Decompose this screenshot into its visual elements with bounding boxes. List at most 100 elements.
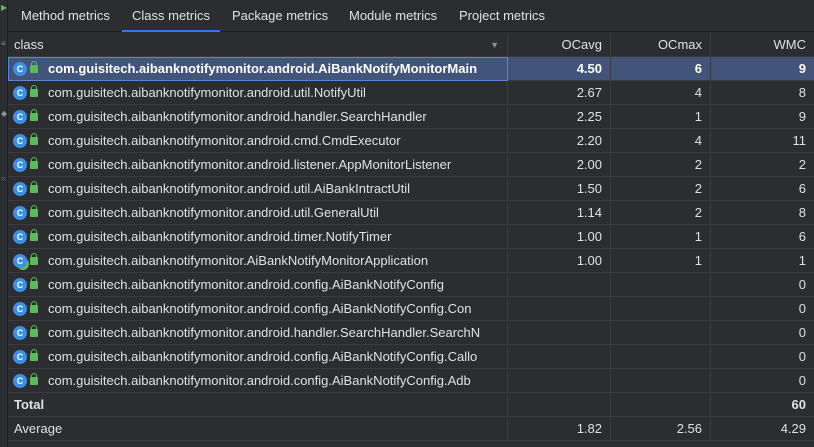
lock-icon <box>30 253 38 265</box>
table-row[interactable]: Ccom.guisitech.aibanknotifymonitor.andro… <box>8 201 814 225</box>
table-row[interactable]: Ccom.guisitech.aibanknotifymonitor.andro… <box>8 225 814 249</box>
ocmax-cell: 2 <box>611 177 711 201</box>
lock-icon <box>30 277 38 289</box>
column-header-ocmax[interactable]: OCmax <box>611 33 711 57</box>
class-cell[interactable]: Ccom.guisitech.aibanknotifymonitor.andro… <box>8 57 508 81</box>
ocmax-cell <box>611 321 711 345</box>
total-label: Total <box>8 393 508 417</box>
class-metrics-table: class ▼ OCavg OCmax WMC Ccom.guisitech.a… <box>8 33 814 447</box>
lock-icon <box>30 301 38 313</box>
column-header-ocavg[interactable]: OCavg <box>508 33 611 57</box>
sort-descending-icon[interactable]: ▼ <box>490 33 499 57</box>
wmc-cell: 9 <box>798 109 806 124</box>
table-row[interactable]: Ccom.guisitech.aibanknotifymonitor.andro… <box>8 129 814 153</box>
table-row[interactable]: Ccom.guisitech.aibanknotifymonitor.andro… <box>8 105 814 129</box>
tab-project-metrics[interactable]: Project metrics <box>459 0 545 32</box>
table-row[interactable]: Ccom.guisitech.aibanknotifymonitor.andro… <box>8 369 814 393</box>
wmc-cell: 6 <box>798 229 806 244</box>
ocmax-cell: 4 <box>611 129 711 153</box>
class-cell[interactable]: Ccom.guisitech.aibanknotifymonitor.andro… <box>8 225 508 249</box>
class-icon: C <box>13 206 27 220</box>
table-row[interactable]: Ccom.guisitech.aibanknotifymonitor.andro… <box>8 345 814 369</box>
table-row[interactable]: Ccom.guisitech.aibanknotifymonitor.andro… <box>8 177 814 201</box>
class-name: com.guisitech.aibanknotifymonitor.androi… <box>48 133 401 148</box>
lock-icon <box>30 85 38 97</box>
table-row[interactable]: Ccom.guisitech.aibanknotifymonitor.andro… <box>8 81 814 105</box>
ocavg-cell: 1.00 <box>508 225 611 249</box>
class-name: com.guisitech.aibanknotifymonitor.androi… <box>48 301 472 316</box>
lock-icon <box>30 229 38 241</box>
class-cell[interactable]: Ccom.guisitech.aibanknotifymonitor.andro… <box>8 153 508 177</box>
class-icon: C <box>13 134 27 148</box>
class-icon: C <box>13 86 27 100</box>
class-cell[interactable]: Ccom.guisitech.aibanknotifymonitor.andro… <box>8 105 508 129</box>
class-cell[interactable]: Ccom.guisitech.aibanknotifymonitor.andro… <box>8 369 508 393</box>
ocmax-cell <box>611 369 711 393</box>
ocmax-cell <box>611 345 711 369</box>
class-icon: C <box>13 350 27 364</box>
ocavg-cell <box>508 297 611 321</box>
table-row[interactable]: Ccom.guisitech.aibanknotifymonitor.andro… <box>8 297 814 321</box>
ocavg-cell: 1.14 <box>508 201 611 225</box>
wmc-cell: 0 <box>798 373 806 388</box>
class-cell[interactable]: Ccom.guisitech.aibanknotifymonitor.andro… <box>8 201 508 225</box>
tab-package-metrics[interactable]: Package metrics <box>232 0 328 32</box>
lock-icon <box>30 349 38 361</box>
column-header-label: class <box>14 37 44 52</box>
lock-icon <box>30 133 38 145</box>
ocavg-cell <box>508 369 611 393</box>
total-wmc: 60 <box>791 397 806 412</box>
average-row: Average 1.82 2.56 4.29 <box>8 417 814 441</box>
tab-class-metrics[interactable]: Class metrics <box>121 0 221 32</box>
table-row[interactable]: Ccom.guisitech.aibanknotifymonitor.andro… <box>8 273 814 297</box>
wmc-cell: 9 <box>798 61 806 76</box>
wmc-cell: 11 <box>792 133 807 148</box>
lock-icon <box>30 181 38 193</box>
table-row[interactable]: Ccom.guisitech.aibanknotifymonitor.AiBan… <box>8 249 814 273</box>
class-cell[interactable]: Ccom.guisitech.aibanknotifymonitor.andro… <box>8 345 508 369</box>
class-icon: C <box>13 62 27 76</box>
class-icon: C <box>13 374 27 388</box>
run-icon[interactable]: ▶ <box>1 4 7 12</box>
gutter-icon[interactable]: ◆ <box>1 110 7 118</box>
ocmax-cell <box>611 273 711 297</box>
ocavg-cell <box>508 273 611 297</box>
wmc-cell: 6 <box>798 181 806 196</box>
class-cell[interactable]: Ccom.guisitech.aibanknotifymonitor.andro… <box>8 321 508 345</box>
class-cell[interactable]: Ccom.guisitech.aibanknotifymonitor.andro… <box>8 129 508 153</box>
wmc-cell: 0 <box>798 325 806 340</box>
table-row[interactable]: Ccom.guisitech.aibanknotifymonitor.andro… <box>8 153 814 177</box>
ocavg-cell: 2.20 <box>508 129 611 153</box>
ocavg-cell: 1.50 <box>508 177 611 201</box>
average-ocmax: 2.56 <box>611 417 711 441</box>
wmc-cell: 0 <box>798 277 806 292</box>
class-cell[interactable]: Ccom.guisitech.aibanknotifymonitor.andro… <box>8 177 508 201</box>
column-header-wmc[interactable]: WMC <box>711 33 814 57</box>
average-ocavg: 1.82 <box>508 417 611 441</box>
class-name: com.guisitech.aibanknotifymonitor.androi… <box>48 181 411 196</box>
class-cell[interactable]: Ccom.guisitech.aibanknotifymonitor.andro… <box>8 273 508 297</box>
class-cell[interactable]: Ccom.guisitech.aibanknotifymonitor.andro… <box>8 81 508 105</box>
table-row[interactable]: Ccom.guisitech.aibanknotifymonitor.andro… <box>8 321 814 345</box>
class-icon: C <box>13 254 27 268</box>
gutter-icon[interactable]: ○ <box>1 175 6 183</box>
ocmax-cell: 4 <box>611 81 711 105</box>
class-name: com.guisitech.aibanknotifymonitor.androi… <box>48 85 366 100</box>
class-name: com.guisitech.aibanknotifymonitor.androi… <box>48 229 392 244</box>
class-name: com.guisitech.aibanknotifymonitor.androi… <box>48 277 444 292</box>
gutter-icon[interactable]: ≡ <box>1 40 6 48</box>
table-row[interactable]: Ccom.guisitech.aibanknotifymonitor.andro… <box>8 57 814 81</box>
class-cell[interactable]: Ccom.guisitech.aibanknotifymonitor.andro… <box>8 297 508 321</box>
ocavg-cell <box>508 321 611 345</box>
class-name: com.guisitech.aibanknotifymonitor.androi… <box>48 61 478 76</box>
ocmax-cell: 1 <box>611 105 711 129</box>
tab-method-metrics[interactable]: Method metrics <box>21 0 110 32</box>
total-row: Total 60 <box>8 393 814 417</box>
tab-module-metrics[interactable]: Module metrics <box>349 0 437 32</box>
ocavg-cell: 2.00 <box>508 153 611 177</box>
lock-icon <box>30 373 38 385</box>
ocavg-cell <box>508 345 611 369</box>
class-icon: C <box>13 326 27 340</box>
column-header-class[interactable]: class ▼ <box>8 33 508 57</box>
class-cell[interactable]: Ccom.guisitech.aibanknotifymonitor.AiBan… <box>8 249 508 273</box>
